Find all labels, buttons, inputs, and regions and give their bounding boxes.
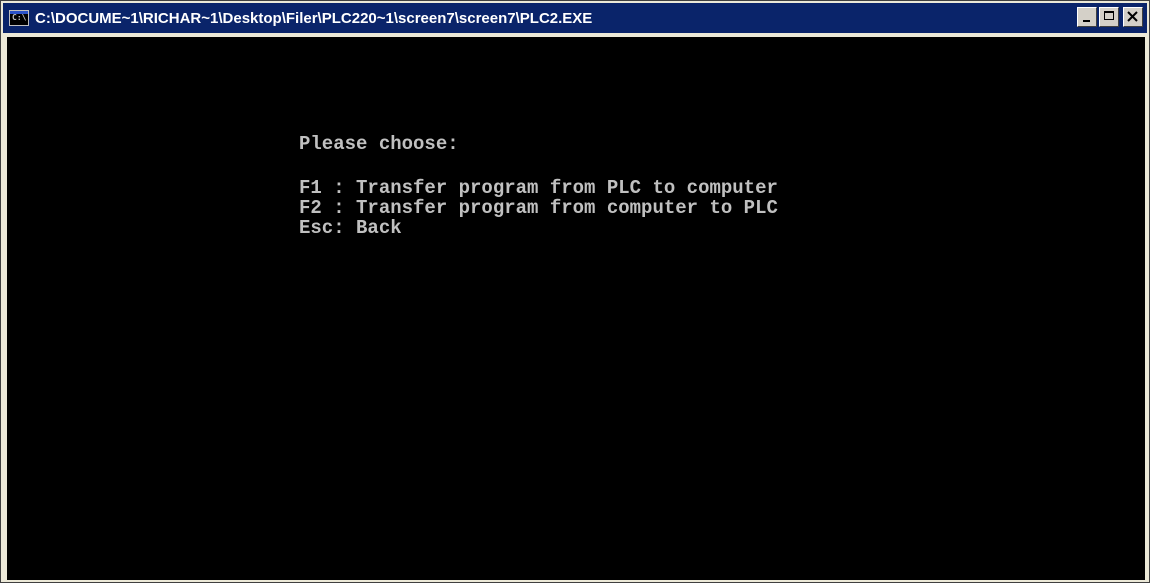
menu-option-f1: F1 : Transfer program from PLC to comput… (299, 177, 778, 199)
window-title: C:\DOCUME~1\RICHAR~1\Desktop\Filer\PLC22… (35, 9, 593, 27)
menu-option-f2: F2 : Transfer program from computer to P… (299, 197, 778, 219)
close-icon (1124, 8, 1142, 26)
minimize-button[interactable] (1077, 7, 1097, 27)
maximize-button[interactable] (1099, 7, 1119, 27)
menu-prompt: Please choose: (299, 133, 459, 155)
menu-option-esc: Esc: Back (299, 217, 402, 239)
close-button[interactable] (1123, 7, 1143, 27)
console-icon[interactable]: C:\ (9, 10, 29, 26)
maximize-icon (1104, 11, 1114, 20)
minimize-icon (1083, 20, 1090, 22)
window-controls (1077, 7, 1143, 27)
console-window: C:\ C:\DOCUME~1\RICHAR~1\Desktop\Filer\P… (0, 0, 1150, 583)
console-output[interactable]: Please choose: F1 : Transfer program fro… (7, 37, 1145, 580)
title-bar[interactable]: C:\ C:\DOCUME~1\RICHAR~1\Desktop\Filer\P… (3, 3, 1147, 33)
